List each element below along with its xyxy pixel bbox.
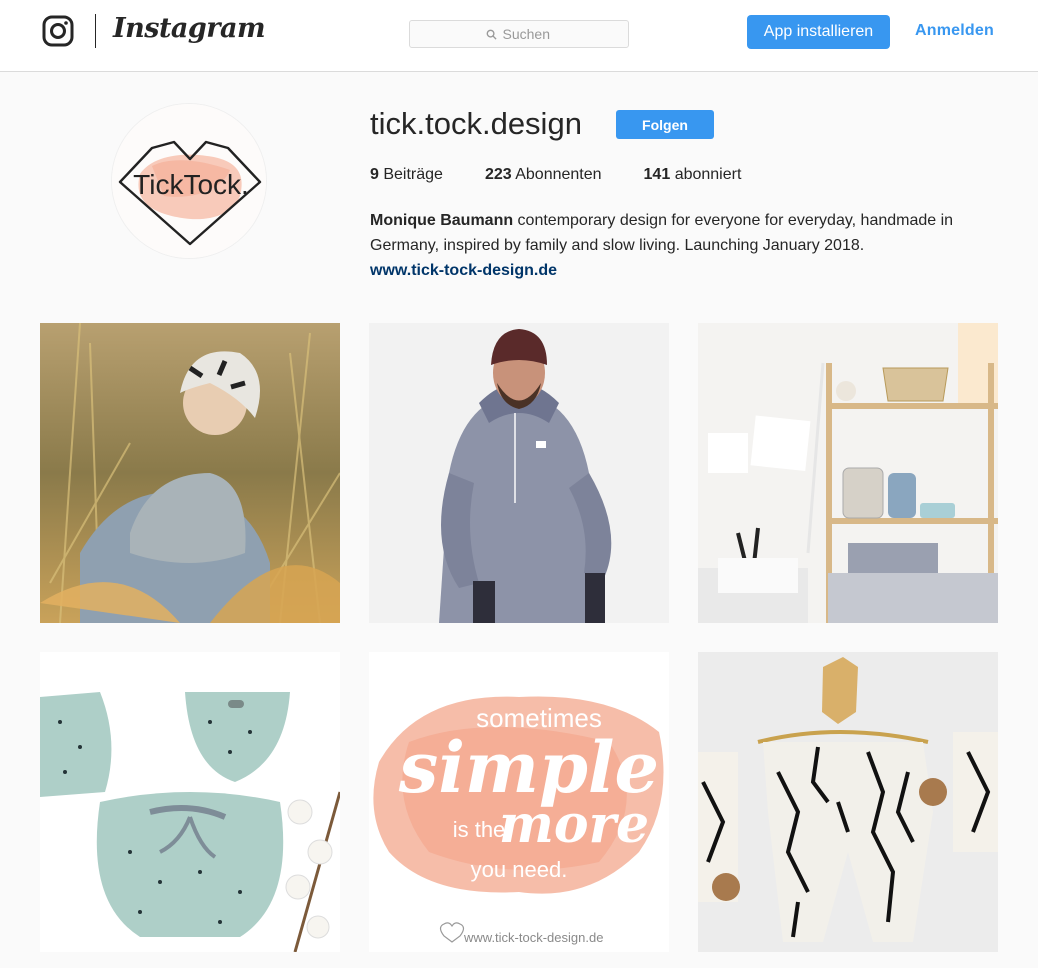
stat-following-label: abonniert bbox=[674, 166, 742, 183]
post-tile-6[interactable] bbox=[698, 652, 998, 952]
post-tile-5[interactable]: sometimes simple is the more you need. w… bbox=[369, 652, 669, 952]
login-link[interactable]: Anmelden bbox=[915, 22, 994, 40]
ticktock-logo: TickTock. bbox=[112, 104, 266, 258]
stat-following[interactable]: 141 abonniert bbox=[644, 166, 742, 184]
search-box[interactable] bbox=[409, 20, 629, 48]
stat-following-count: 141 bbox=[643, 166, 671, 183]
stat-posts[interactable]: 9 Beiträge bbox=[370, 166, 443, 184]
post-image-marble-print-pants bbox=[698, 652, 998, 952]
bio-full-name: Monique Baumann bbox=[370, 212, 514, 229]
post-image-mint-baby-clothes bbox=[40, 652, 340, 952]
follow-button[interactable]: Folgen bbox=[616, 110, 714, 139]
profile-username: tick.tock.design bbox=[370, 106, 582, 141]
instagram-glyph-icon[interactable] bbox=[42, 15, 74, 47]
search-input[interactable] bbox=[502, 26, 553, 42]
quote-line-5: you need. bbox=[471, 857, 568, 882]
post-tile-1[interactable] bbox=[40, 323, 340, 623]
post-tile-4[interactable] bbox=[40, 652, 340, 952]
profile-avatar[interactable]: TickTock. bbox=[111, 103, 267, 259]
quote-line-3: is the bbox=[453, 817, 506, 842]
nav-divider bbox=[95, 14, 96, 48]
install-app-button[interactable]: App installieren bbox=[747, 15, 890, 49]
stat-posts-count: 9 bbox=[370, 166, 379, 183]
post-image-man-in-hoodie bbox=[369, 323, 669, 623]
post-tile-3[interactable] bbox=[698, 323, 998, 623]
bio-website-link[interactable]: www.tick-tock-design.de bbox=[370, 258, 990, 283]
avatar-logo-text: TickTock. bbox=[133, 169, 249, 200]
search-icon bbox=[486, 29, 497, 40]
stat-followers[interactable]: 223 Abonnenten bbox=[485, 166, 602, 184]
profile-stats: 9 Beiträge 223 Abonnenten 141 abonniert bbox=[370, 166, 783, 184]
quote-line-4: more bbox=[499, 794, 649, 855]
instagram-wordmark-logo[interactable]: Instagram bbox=[113, 13, 266, 44]
stat-followers-count: 223 bbox=[484, 166, 512, 183]
quote-watermark: www.tick-tock-design.de bbox=[463, 930, 603, 945]
profile-bio: Monique Baumann contemporary design for … bbox=[370, 208, 990, 283]
top-navigation-bar: Instagram App installieren Anmelden bbox=[0, 0, 1038, 72]
stat-followers-label: Abonnenten bbox=[515, 166, 602, 183]
post-image-shelf-with-jars bbox=[698, 323, 998, 623]
stat-posts-label: Beiträge bbox=[383, 166, 443, 183]
post-image-child-in-grass bbox=[40, 323, 340, 623]
post-tile-2[interactable] bbox=[369, 323, 669, 623]
post-image-quote-graphic: sometimes simple is the more you need. w… bbox=[369, 652, 669, 952]
